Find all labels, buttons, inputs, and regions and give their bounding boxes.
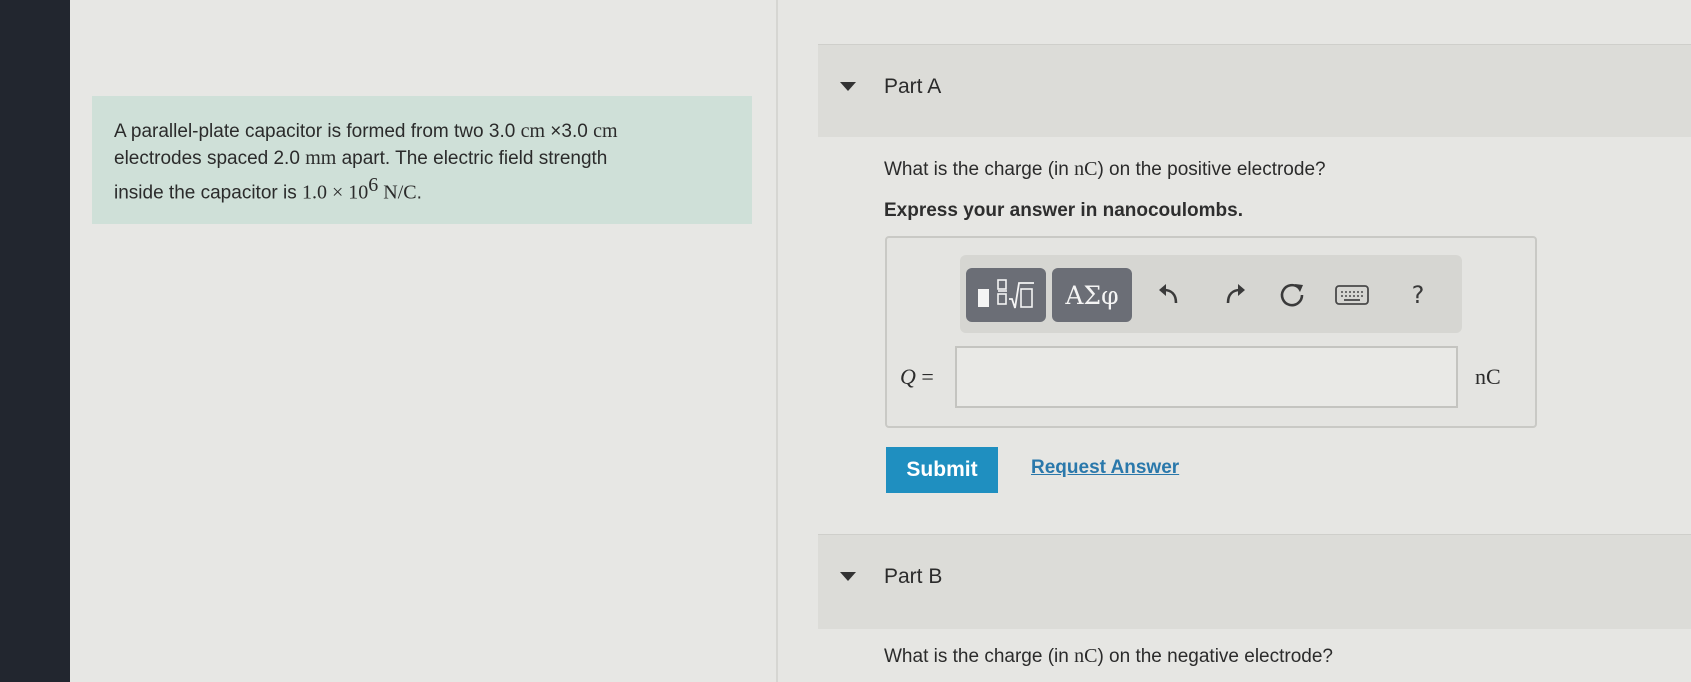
equals-sign: = xyxy=(915,364,934,389)
submit-button[interactable]: Submit xyxy=(886,447,998,493)
problem-line-2: electrodes spaced 2.0 mm apart. The elec… xyxy=(114,145,732,172)
problem-math: 1.0 × 10 xyxy=(302,181,369,204)
part-b-question: What is the charge (in nC) on the negati… xyxy=(884,645,1333,668)
help-icon[interactable]: ? xyxy=(1400,277,1436,313)
screen-edge xyxy=(0,0,70,682)
question-text: What is the charge (in xyxy=(884,159,1075,180)
part-b-header[interactable]: Part B xyxy=(818,534,1691,629)
greek-symbols-button[interactable]: ΑΣφ xyxy=(1052,268,1132,322)
question-math: nC xyxy=(1074,645,1098,667)
variable-symbol: Q xyxy=(900,364,916,389)
templates-icon[interactable] xyxy=(966,268,1046,322)
caret-down-icon[interactable] xyxy=(840,572,856,581)
undo-icon-graphic xyxy=(1159,284,1178,304)
problem-math-exponent: 6 xyxy=(368,174,379,196)
problem-math: cm xyxy=(520,120,546,142)
part-a-instruction: Express your answer in nanocoulombs. xyxy=(884,200,1243,221)
question-text: ) on the positive electrode? xyxy=(1097,159,1326,180)
answer-unit: nC xyxy=(1475,364,1501,389)
problem-statement: A parallel-plate capacitor is formed fro… xyxy=(92,96,752,224)
keyboard-icon-graphic xyxy=(1335,285,1369,305)
problem-text: ×3.0 xyxy=(545,121,594,142)
redo-icon[interactable] xyxy=(1216,277,1252,313)
templates-icon-graphic xyxy=(978,279,1034,309)
problem-line-3: inside the capacitor is 1.0 × 106 N/C. xyxy=(114,172,732,206)
problem-text: electrodes spaced 2.0 xyxy=(114,148,306,169)
reset-icon-graphic xyxy=(1280,283,1304,307)
question-text: What is the charge (in xyxy=(884,646,1075,667)
caret-down-icon[interactable] xyxy=(840,82,856,91)
part-a-header[interactable]: Part A xyxy=(818,44,1691,137)
problem-math: N/C xyxy=(378,181,417,204)
math-toolbar: ΑΣφ ? xyxy=(960,255,1462,333)
problem-text: A parallel-plate capacitor is formed fro… xyxy=(114,121,521,142)
keyboard-icon[interactable] xyxy=(1334,277,1370,313)
question-math: nC xyxy=(1074,158,1098,180)
problem-line-1: A parallel-plate capacitor is formed fro… xyxy=(114,118,732,145)
part-a-title: Part A xyxy=(884,75,942,98)
reset-icon[interactable] xyxy=(1274,277,1310,313)
problem-text: inside the capacitor is xyxy=(114,182,302,204)
problem-math: mm xyxy=(305,147,337,169)
part-b-title: Part B xyxy=(884,565,943,588)
problem-math: cm xyxy=(593,120,618,142)
answer-variable-label: Q = xyxy=(900,364,934,390)
problem-text: apart. The electric field strength xyxy=(336,148,608,169)
question-text: ) on the negative electrode? xyxy=(1097,646,1333,667)
answer-input[interactable] xyxy=(955,346,1458,408)
part-a-question: What is the charge (in nC) on the positi… xyxy=(884,158,1326,181)
undo-icon[interactable] xyxy=(1152,277,1188,313)
redo-icon-graphic xyxy=(1226,284,1245,304)
request-answer-link[interactable]: Request Answer xyxy=(1031,457,1179,479)
problem-text: . xyxy=(416,182,422,204)
